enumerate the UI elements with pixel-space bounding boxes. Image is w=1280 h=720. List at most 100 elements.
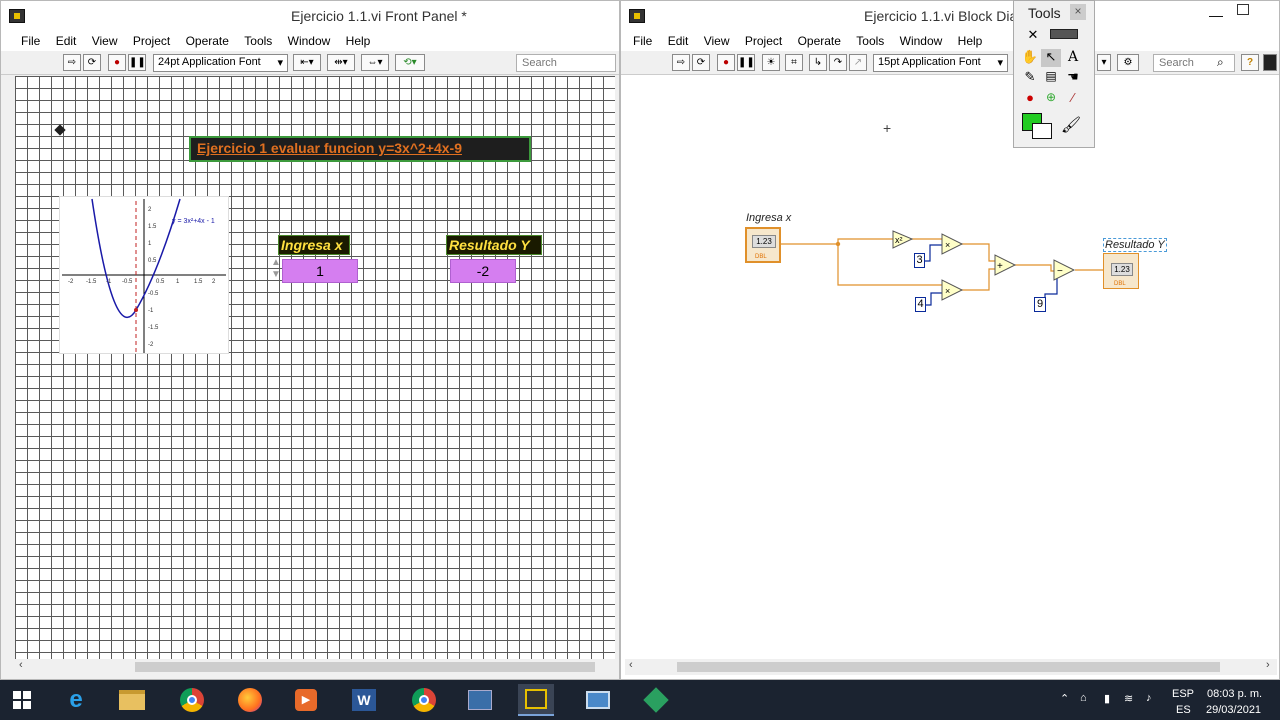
label-text-icon[interactable]: A	[1063, 49, 1083, 67]
constant-9[interactable]: 9	[1034, 297, 1046, 312]
block-diagram-titlebar[interactable]: Ejercicio 1.1.vi Block Dia —	[621, 1, 1279, 31]
wiring-spool-icon[interactable]: ✎	[1020, 69, 1040, 87]
scroll-thumb[interactable]	[135, 662, 595, 672]
step-out-icon[interactable]: ↗	[849, 54, 867, 71]
pause-icon[interactable]: ❚❚	[737, 54, 755, 71]
help-icon[interactable]: ?	[1241, 54, 1259, 71]
wifi-icon[interactable]: ≋	[1124, 692, 1133, 705]
menu-operate[interactable]: Operate	[186, 34, 229, 48]
ingresa-x-input[interactable]: 1	[282, 259, 358, 283]
operate-hand-icon[interactable]: ✋	[1020, 49, 1040, 67]
subtract-node[interactable]: −	[1053, 259, 1076, 281]
highlight-execution-icon[interactable]: ☀	[762, 54, 780, 71]
run-arrow-icon[interactable]: ⇨	[63, 54, 81, 71]
start-button-icon[interactable]	[4, 684, 40, 716]
pause-icon[interactable]: ❚❚	[128, 54, 146, 71]
menu-file[interactable]: File	[633, 34, 652, 48]
block-diagram-canvas[interactable]: + x² × × + − 3 4 9 Ingresa x 1.23 DBL Re…	[625, 76, 1277, 659]
menu-tools[interactable]: Tools	[244, 34, 272, 48]
menu-tools[interactable]: Tools	[856, 34, 884, 48]
position-arrow-icon[interactable]: ↖	[1041, 49, 1061, 67]
auto-tool-indicator[interactable]	[1050, 29, 1078, 39]
square-node[interactable]: x²	[892, 230, 914, 249]
scroll-right-icon[interactable]: ›	[1266, 659, 1270, 671]
reorder-icon[interactable]: ⟲▾	[395, 54, 425, 71]
maximize-icon[interactable]	[1237, 4, 1249, 15]
add-node[interactable]: +	[994, 254, 1017, 276]
labview-vi-icon[interactable]	[518, 684, 554, 716]
run-continuous-icon[interactable]: ⟳	[692, 54, 710, 71]
labview-project-icon[interactable]	[462, 684, 498, 716]
menu-file[interactable]: File	[21, 34, 40, 48]
firefox-icon[interactable]	[232, 684, 268, 716]
run-arrow-icon[interactable]: ⇨	[672, 54, 690, 71]
step-over-icon[interactable]: ↷	[829, 54, 847, 71]
menu-help[interactable]: Help	[346, 34, 371, 48]
menu-project[interactable]: Project	[133, 34, 170, 48]
breakpoint-icon[interactable]: ●	[1020, 90, 1040, 108]
scroll-left-icon[interactable]: ‹	[629, 659, 633, 671]
probe-icon[interactable]: ⊕	[1041, 90, 1061, 108]
remote-desktop-icon[interactable]	[580, 684, 616, 716]
search-input[interactable]: Search	[516, 54, 616, 72]
minimize-icon[interactable]: —	[1209, 7, 1223, 23]
retain-wire-values-icon[interactable]: ⌗	[785, 54, 803, 71]
align-objects-icon[interactable]: ⇤▾	[293, 54, 321, 71]
menu-edit[interactable]: Edit	[56, 34, 77, 48]
block-diagram-hscroll[interactable]: ‹ ›	[625, 659, 1277, 675]
volume-icon[interactable]: ♪	[1146, 692, 1152, 704]
scroll-hand-icon[interactable]: ☚	[1063, 69, 1083, 87]
chrome-icon[interactable]	[174, 684, 210, 716]
shortcut-menu-icon[interactable]: ▤	[1041, 69, 1061, 87]
language-indicator-1[interactable]: ESP	[1172, 688, 1194, 700]
tray-up-arrow-icon[interactable]: ⌃	[1060, 692, 1069, 705]
run-continuous-icon[interactable]: ⟳	[83, 54, 101, 71]
menu-window[interactable]: Window	[288, 34, 331, 48]
menu-view[interactable]: View	[92, 34, 118, 48]
menu-project[interactable]: Project	[745, 34, 782, 48]
abort-icon[interactable]: ●	[108, 54, 126, 71]
color-picker-icon[interactable]: ⁄	[1063, 90, 1083, 108]
app-diamond-icon[interactable]	[638, 684, 674, 716]
battery-icon[interactable]: ▮	[1104, 692, 1110, 705]
step-into-icon[interactable]: ↳	[809, 54, 827, 71]
language-indicator-2[interactable]: ES	[1176, 704, 1191, 716]
network-icon[interactable]: ⌂	[1080, 692, 1087, 704]
font-selector[interactable]: 24pt Application Font ▾	[153, 54, 288, 72]
media-player-icon[interactable]: ▶	[288, 684, 324, 716]
file-explorer-icon[interactable]	[114, 684, 150, 716]
clean-up-diagram-icon[interactable]: ▾	[1097, 54, 1111, 71]
increment-decrement-arrows-icon[interactable]: ▲ ▼	[271, 257, 281, 285]
menu-view[interactable]: View	[704, 34, 730, 48]
multiply-node-2[interactable]: ×	[941, 279, 964, 301]
distribute-objects-icon[interactable]: ⇹▾	[327, 54, 355, 71]
menu-edit[interactable]: Edit	[668, 34, 689, 48]
clock-time[interactable]: 08:03 p. m.	[1207, 688, 1262, 700]
font-selector[interactable]: 15pt Application Font ▾	[873, 54, 1008, 72]
front-panel-hscroll[interactable]: ‹	[15, 659, 615, 675]
scroll-left-icon[interactable]: ‹	[19, 659, 23, 671]
menu-operate[interactable]: Operate	[798, 34, 841, 48]
abort-icon[interactable]: ●	[717, 54, 735, 71]
close-icon[interactable]: ×	[1070, 4, 1086, 20]
front-panel-titlebar[interactable]: Ejercicio 1.1.vi Front Panel *	[1, 1, 619, 31]
internet-explorer-icon[interactable]: e	[58, 684, 94, 716]
search-icon[interactable]: ⌕	[1217, 55, 1224, 70]
front-panel-canvas[interactable]: Ejercicio 1 evaluar funcion y=3x^2+4x-9 …	[15, 76, 615, 659]
clock-date[interactable]: 29/03/2021	[1206, 704, 1261, 716]
constant-4[interactable]: 4	[915, 297, 926, 312]
reorder-icon[interactable]: ⚙	[1117, 54, 1139, 71]
resize-objects-icon[interactable]: ⇔▾	[361, 54, 389, 71]
color-bg-swatch[interactable]	[1032, 123, 1052, 139]
multiply-node-1[interactable]: ×	[941, 233, 964, 255]
word-icon[interactable]: W	[346, 684, 382, 716]
ingresa-x-terminal[interactable]: 1.23 DBL	[745, 227, 781, 263]
auto-tool-button[interactable]: ✕	[1022, 27, 1044, 45]
menu-window[interactable]: Window	[900, 34, 943, 48]
menu-help[interactable]: Help	[958, 34, 983, 48]
scroll-thumb[interactable]	[677, 662, 1220, 672]
chrome-icon[interactable]	[406, 684, 442, 716]
resultado-y-terminal[interactable]: 1.23 DBL	[1103, 253, 1139, 289]
paintbrush-icon[interactable]: 🖌	[1060, 115, 1082, 137]
constant-3[interactable]: 3	[914, 253, 925, 268]
